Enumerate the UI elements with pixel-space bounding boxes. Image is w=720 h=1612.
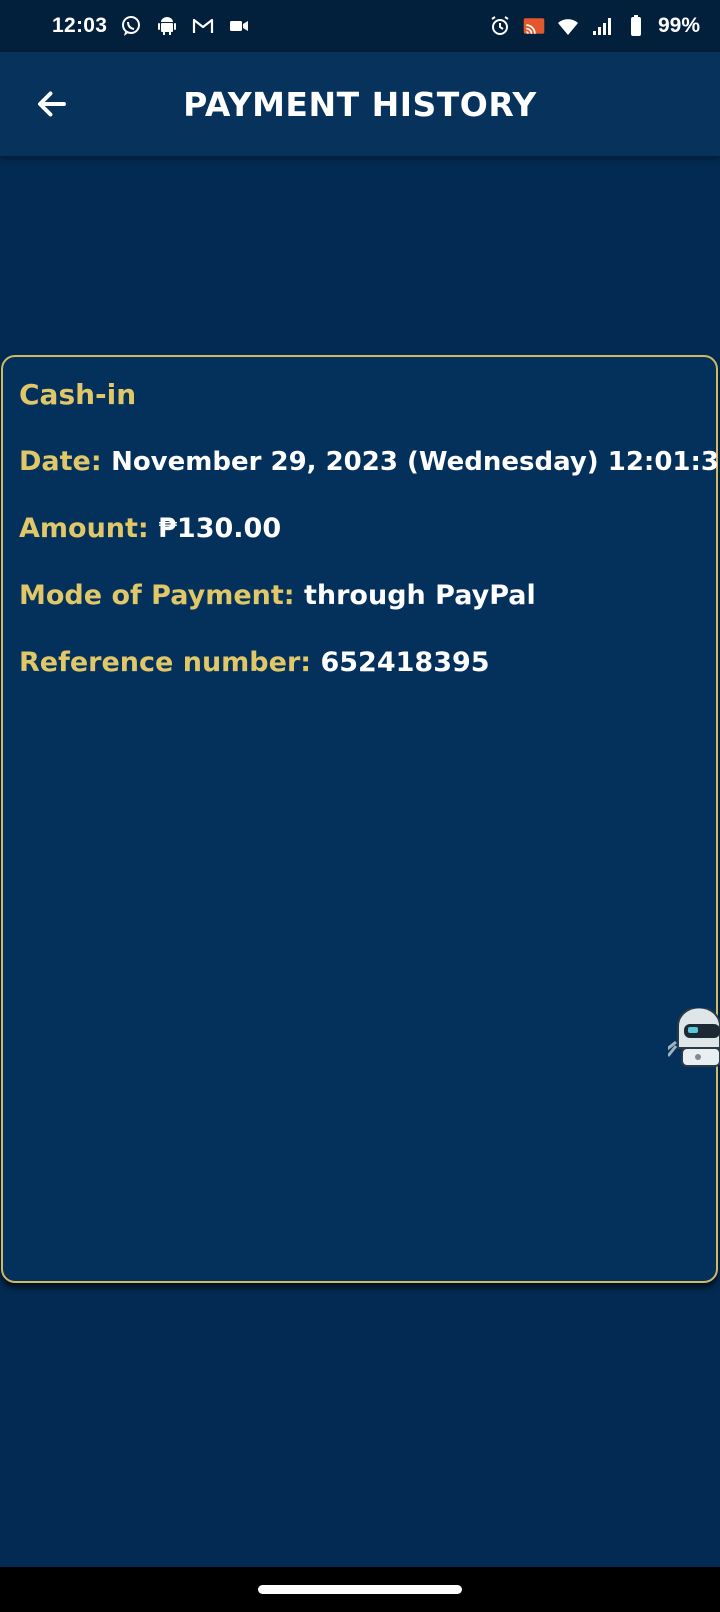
status-bar: 12:03 99%	[0, 0, 720, 52]
alarm-icon	[488, 14, 512, 38]
reference-number-label: Reference number:	[19, 647, 312, 678]
transaction-type: Cash-in	[19, 378, 137, 411]
robot-mascot-icon	[665, 1006, 720, 1080]
cast-icon	[522, 14, 546, 38]
status-left: 12:03	[52, 14, 251, 38]
navigation-bar	[0, 1567, 720, 1612]
gmail-icon	[191, 14, 215, 38]
home-gesture-handle[interactable]	[258, 1585, 462, 1594]
reference-number-value: 652418395	[320, 647, 490, 678]
amount-row: Amount: ₱130.00	[19, 508, 700, 550]
reference-number-row: Reference number: 652418395	[19, 642, 700, 684]
battery-icon	[624, 14, 648, 38]
date-value: November 29, 2023 (Wednesday) 12:01:39	[111, 447, 720, 477]
status-time: 12:03	[52, 14, 108, 37]
date-row: Date: November 29, 2023 (Wednesday) 12:0…	[19, 441, 720, 483]
status-right: 99%	[488, 14, 700, 38]
arrow-left-icon	[34, 86, 70, 127]
date-label: Date:	[19, 446, 102, 477]
video-icon	[227, 14, 251, 38]
amount-label: Amount:	[19, 513, 149, 544]
android-icon	[155, 14, 179, 38]
signal-icon	[590, 14, 614, 38]
amount-value: ₱130.00	[158, 513, 282, 544]
viber-icon	[119, 14, 143, 38]
page-title: PAYMENT HISTORY	[183, 84, 537, 124]
mode-of-payment-row: Mode of Payment: through PayPal	[19, 575, 700, 617]
back-button[interactable]	[28, 82, 76, 130]
mode-of-payment-value: through PayPal	[303, 580, 536, 611]
wifi-icon	[556, 14, 580, 38]
app-bar: PAYMENT HISTORY	[0, 52, 720, 156]
mode-of-payment-label: Mode of Payment:	[19, 580, 295, 611]
transaction-card: Cash-in Date: November 29, 2023 (Wednesd…	[1, 355, 720, 1283]
battery-percentage: 99%	[657, 14, 700, 37]
